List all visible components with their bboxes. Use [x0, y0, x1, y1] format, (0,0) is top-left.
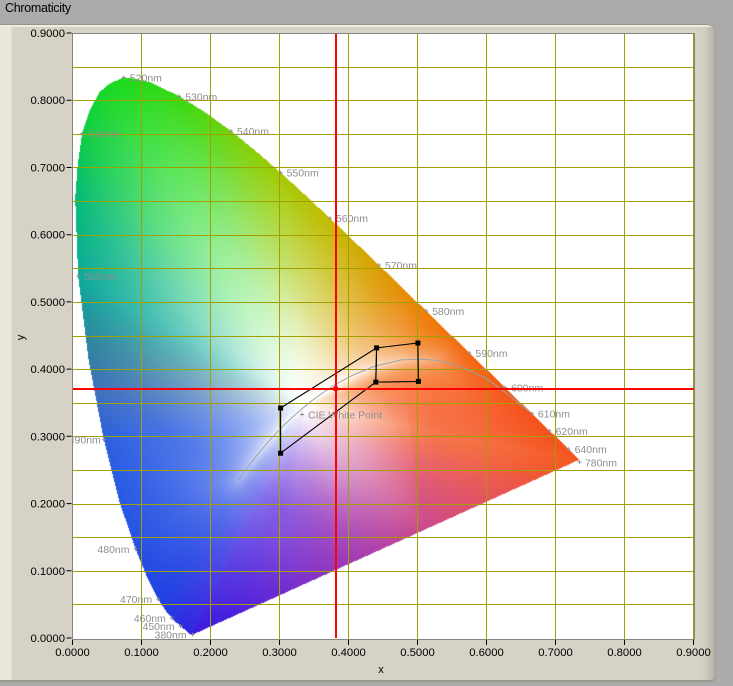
svg-text:0.1000: 0.1000	[30, 566, 65, 578]
svg-text:570nm: 570nm	[385, 260, 417, 272]
svg-text:480nm: 480nm	[97, 544, 129, 556]
svg-text:490nm: 490nm	[69, 435, 101, 447]
svg-text:0.7000: 0.7000	[30, 163, 65, 175]
svg-text:0.4000: 0.4000	[30, 364, 65, 376]
svg-text:CIE White Point: CIE White Point	[308, 410, 382, 422]
svg-text:590nm: 590nm	[475, 348, 507, 360]
svg-text:0.1000: 0.1000	[124, 647, 159, 659]
svg-text:580nm: 580nm	[432, 306, 464, 318]
svg-text:540nm: 540nm	[237, 126, 269, 138]
svg-text:0.9000: 0.9000	[30, 28, 65, 40]
svg-text:500nm: 500nm	[84, 271, 116, 283]
svg-text:0.4000: 0.4000	[331, 647, 366, 659]
svg-text:0.5000: 0.5000	[400, 647, 435, 659]
svg-text:530nm: 530nm	[185, 91, 217, 103]
svg-text:0.2000: 0.2000	[193, 647, 228, 659]
svg-text:y: y	[15, 334, 27, 340]
svg-text:0.3000: 0.3000	[262, 647, 297, 659]
svg-text:470nm: 470nm	[120, 594, 152, 606]
svg-text:0.0000: 0.0000	[30, 633, 65, 645]
svg-text:610nm: 610nm	[538, 409, 570, 421]
svg-text:0.6000: 0.6000	[469, 647, 504, 659]
svg-text:380nm: 380nm	[154, 630, 186, 642]
svg-text:520nm: 520nm	[130, 73, 162, 85]
svg-text:0.5000: 0.5000	[30, 297, 65, 309]
svg-text:510nm: 510nm	[88, 129, 120, 141]
svg-text:780nm: 780nm	[585, 458, 617, 470]
svg-text:0.3000: 0.3000	[30, 431, 65, 443]
svg-text:0.8000: 0.8000	[607, 647, 642, 659]
svg-text:0.7000: 0.7000	[538, 647, 573, 659]
svg-text:0.9000: 0.9000	[676, 647, 711, 659]
svg-text:0.2000: 0.2000	[30, 499, 65, 511]
svg-text:0.0000: 0.0000	[55, 647, 90, 659]
svg-text:620nm: 620nm	[556, 426, 588, 438]
svg-text:560nm: 560nm	[336, 213, 368, 225]
svg-text:0.6000: 0.6000	[30, 230, 65, 242]
svg-text:640nm: 640nm	[575, 444, 607, 456]
svg-text:x: x	[378, 664, 384, 676]
svg-text:0.8000: 0.8000	[30, 95, 65, 107]
svg-text:550nm: 550nm	[287, 168, 319, 180]
